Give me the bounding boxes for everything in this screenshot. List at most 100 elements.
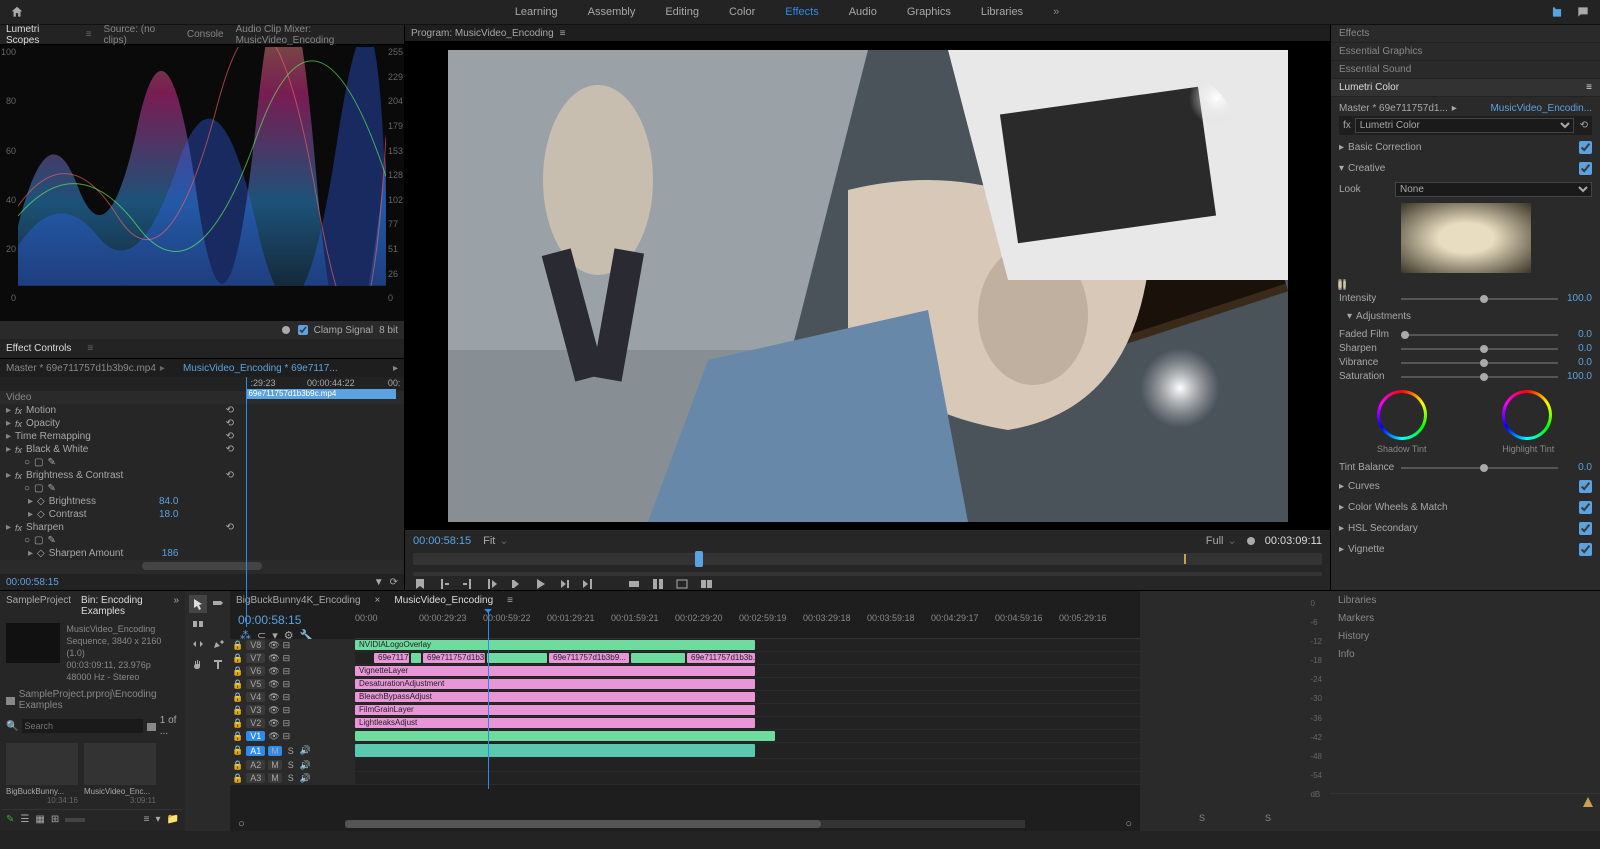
tl-ruler[interactable]: 00:0000:00:29:2300:00:59:2200:01:29:2100… xyxy=(355,609,1140,639)
clamp-checkbox[interactable] xyxy=(298,325,308,335)
tab-essential-sound[interactable]: Essential Sound xyxy=(1331,61,1600,79)
sec-curves[interactable]: ▸Curves xyxy=(1339,476,1592,497)
tl-expand-icon[interactable]: ○ xyxy=(238,818,245,830)
warning-icon[interactable] xyxy=(1582,796,1594,808)
vibrance-slider[interactable] xyxy=(1401,362,1558,364)
sec-color-wheels[interactable]: ▸Color Wheels & Match xyxy=(1339,497,1592,518)
ws-editing[interactable]: Editing xyxy=(665,6,699,18)
tab-effects-panel[interactable]: Effects xyxy=(1331,25,1600,43)
list-view-icon[interactable]: ☰ xyxy=(20,814,29,825)
tl-tab-2[interactable]: MusicVideo_Encoding xyxy=(394,595,493,606)
settings-icon[interactable] xyxy=(1245,535,1257,547)
clip[interactable] xyxy=(487,653,547,663)
ws-overflow-icon[interactable]: » xyxy=(1053,6,1059,18)
tl-zoom-slider[interactable] xyxy=(345,820,1026,828)
tab-libraries[interactable]: Libraries xyxy=(1330,591,1600,609)
tab-console[interactable]: Console xyxy=(187,29,224,40)
goto-in-icon[interactable] xyxy=(485,577,499,591)
program-zoom-slider[interactable] xyxy=(413,572,1322,576)
extract-icon[interactable] xyxy=(651,577,665,591)
button-editor-icon[interactable] xyxy=(1308,577,1322,591)
wrench-icon[interactable] xyxy=(280,324,292,336)
ec-row[interactable]: ▸Time Remapping⟲ xyxy=(0,430,404,443)
project-search[interactable] xyxy=(22,719,143,733)
ws-color[interactable]: Color xyxy=(729,6,755,18)
selection-tool[interactable] xyxy=(189,595,207,613)
clip[interactable]: 69e711757d1b3b9... xyxy=(549,653,629,663)
ec-row[interactable]: ▸fxOpacity⟲ xyxy=(0,417,404,430)
pen-tool[interactable] xyxy=(209,635,227,653)
new-item-icon[interactable]: ✎ xyxy=(6,814,14,825)
clip[interactable]: DesaturationAdjustment xyxy=(355,679,755,689)
new-bin-footer-icon[interactable]: 📁 xyxy=(167,814,179,825)
intensity-slider[interactable] xyxy=(1401,298,1558,300)
program-timecode[interactable]: 00:00:58:15 xyxy=(413,535,471,547)
tab-bin[interactable]: Bin: Encoding Examples xyxy=(81,595,163,617)
ws-learning[interactable]: Learning xyxy=(515,6,558,18)
notification-icon[interactable] xyxy=(1576,5,1590,19)
sec-vignette[interactable]: ▸Vignette xyxy=(1339,539,1592,560)
zoom-slider[interactable] xyxy=(65,818,85,822)
tab-history[interactable]: History xyxy=(1330,627,1600,645)
clip[interactable] xyxy=(355,744,755,757)
clip[interactable]: 69e711757d1b3b... xyxy=(687,653,755,663)
home-icon[interactable] xyxy=(10,5,24,19)
step-forward-icon[interactable] xyxy=(557,577,571,591)
look-next-icon[interactable]: › xyxy=(1338,279,1341,290)
search-icon[interactable]: 🔍 xyxy=(6,721,18,732)
proj-overflow-icon[interactable]: » xyxy=(173,595,179,617)
faded-slider[interactable] xyxy=(1401,334,1558,336)
clip[interactable] xyxy=(631,653,685,663)
ec-row[interactable]: ▸fxSharpen⟲ xyxy=(0,521,404,534)
program-quality[interactable]: Full xyxy=(1206,535,1224,547)
sec-creative[interactable]: ▾Creative xyxy=(1339,158,1592,179)
basic-enable[interactable] xyxy=(1579,141,1592,154)
ws-effects[interactable]: Effects xyxy=(785,6,818,18)
step-back-icon[interactable] xyxy=(509,577,523,591)
freeform-view-icon[interactable]: ⊞ xyxy=(51,814,59,825)
tl-menu-icon[interactable]: ≡ xyxy=(507,595,513,606)
program-video[interactable] xyxy=(448,50,1288,522)
find-icon[interactable]: ▾ xyxy=(156,814,161,825)
ws-graphics[interactable]: Graphics xyxy=(907,6,951,18)
export-frame-icon[interactable] xyxy=(675,577,689,591)
sec-basic-correction[interactable]: ▸Basic Correction xyxy=(1339,137,1592,158)
new-bin-icon[interactable] xyxy=(147,721,155,731)
clip[interactable]: 69e711757d1b3b9... xyxy=(423,653,485,663)
highlight-tint-wheel[interactable] xyxy=(1502,390,1552,440)
tab-essential-graphics[interactable]: Essential Graphics xyxy=(1331,43,1600,61)
ec-row[interactable]: ▸◇Sharpen Amount186 xyxy=(0,547,404,560)
add-marker-icon[interactable] xyxy=(413,577,427,591)
clip[interactable]: VignetteLayer xyxy=(355,666,755,676)
ec-zoom-slider[interactable] xyxy=(142,562,262,570)
clip[interactable]: NVIDIALogoOverlay xyxy=(355,640,755,650)
ec-row[interactable]: ▸◇Brightness84.0 xyxy=(0,495,404,508)
tab-lumetri-color[interactable]: Lumetri Color≡ xyxy=(1331,79,1600,97)
tl-timecode[interactable]: 00:00:58:15 xyxy=(238,613,347,627)
tab-audio-mixer[interactable]: Audio Clip Mixer: MusicVideo_Encoding xyxy=(236,24,398,46)
lumetri-menu-icon[interactable]: ≡ xyxy=(1586,82,1592,93)
sort-icon[interactable]: ≡ xyxy=(144,814,150,825)
hand-tool[interactable] xyxy=(189,655,207,673)
slip-tool[interactable] xyxy=(189,635,207,653)
reset-icon[interactable]: ⟲ xyxy=(1580,120,1588,131)
ec-row[interactable]: ▸fxBrightness & Contrast⟲ xyxy=(0,469,404,482)
ec-row[interactable]: ▸fxMotion⟲ xyxy=(0,404,404,417)
play-icon[interactable] xyxy=(533,577,547,591)
sec-hsl[interactable]: ▸HSL Secondary xyxy=(1339,518,1592,539)
ec-filter-icon[interactable]: ▼ xyxy=(374,577,384,588)
program-menu-icon[interactable]: ≡ xyxy=(560,28,566,39)
tab-project[interactable]: SampleProject xyxy=(6,595,71,617)
clip[interactable]: LightleaksAdjust xyxy=(355,718,755,728)
track-select-tool[interactable] xyxy=(209,595,227,613)
ws-libraries[interactable]: Libraries xyxy=(981,6,1023,18)
sharpen-slider[interactable] xyxy=(1401,348,1558,350)
tab-menu-icon[interactable]: ≡ xyxy=(86,29,92,40)
tab-source[interactable]: Source: (no clips) xyxy=(104,24,175,46)
ec-timeline[interactable]: :29:23 00:00:44:22 00: 69e711757d1b3b9c.… xyxy=(0,377,404,391)
ripple-edit-tool[interactable] xyxy=(189,615,207,633)
tint-balance-slider[interactable] xyxy=(1401,467,1558,469)
mark-in-icon[interactable] xyxy=(437,577,451,591)
project-item[interactable]: BigBuckBunny... 10:34:16 xyxy=(6,743,78,805)
lumetri-effect-dropdown[interactable]: Lumetri Color xyxy=(1355,118,1574,133)
